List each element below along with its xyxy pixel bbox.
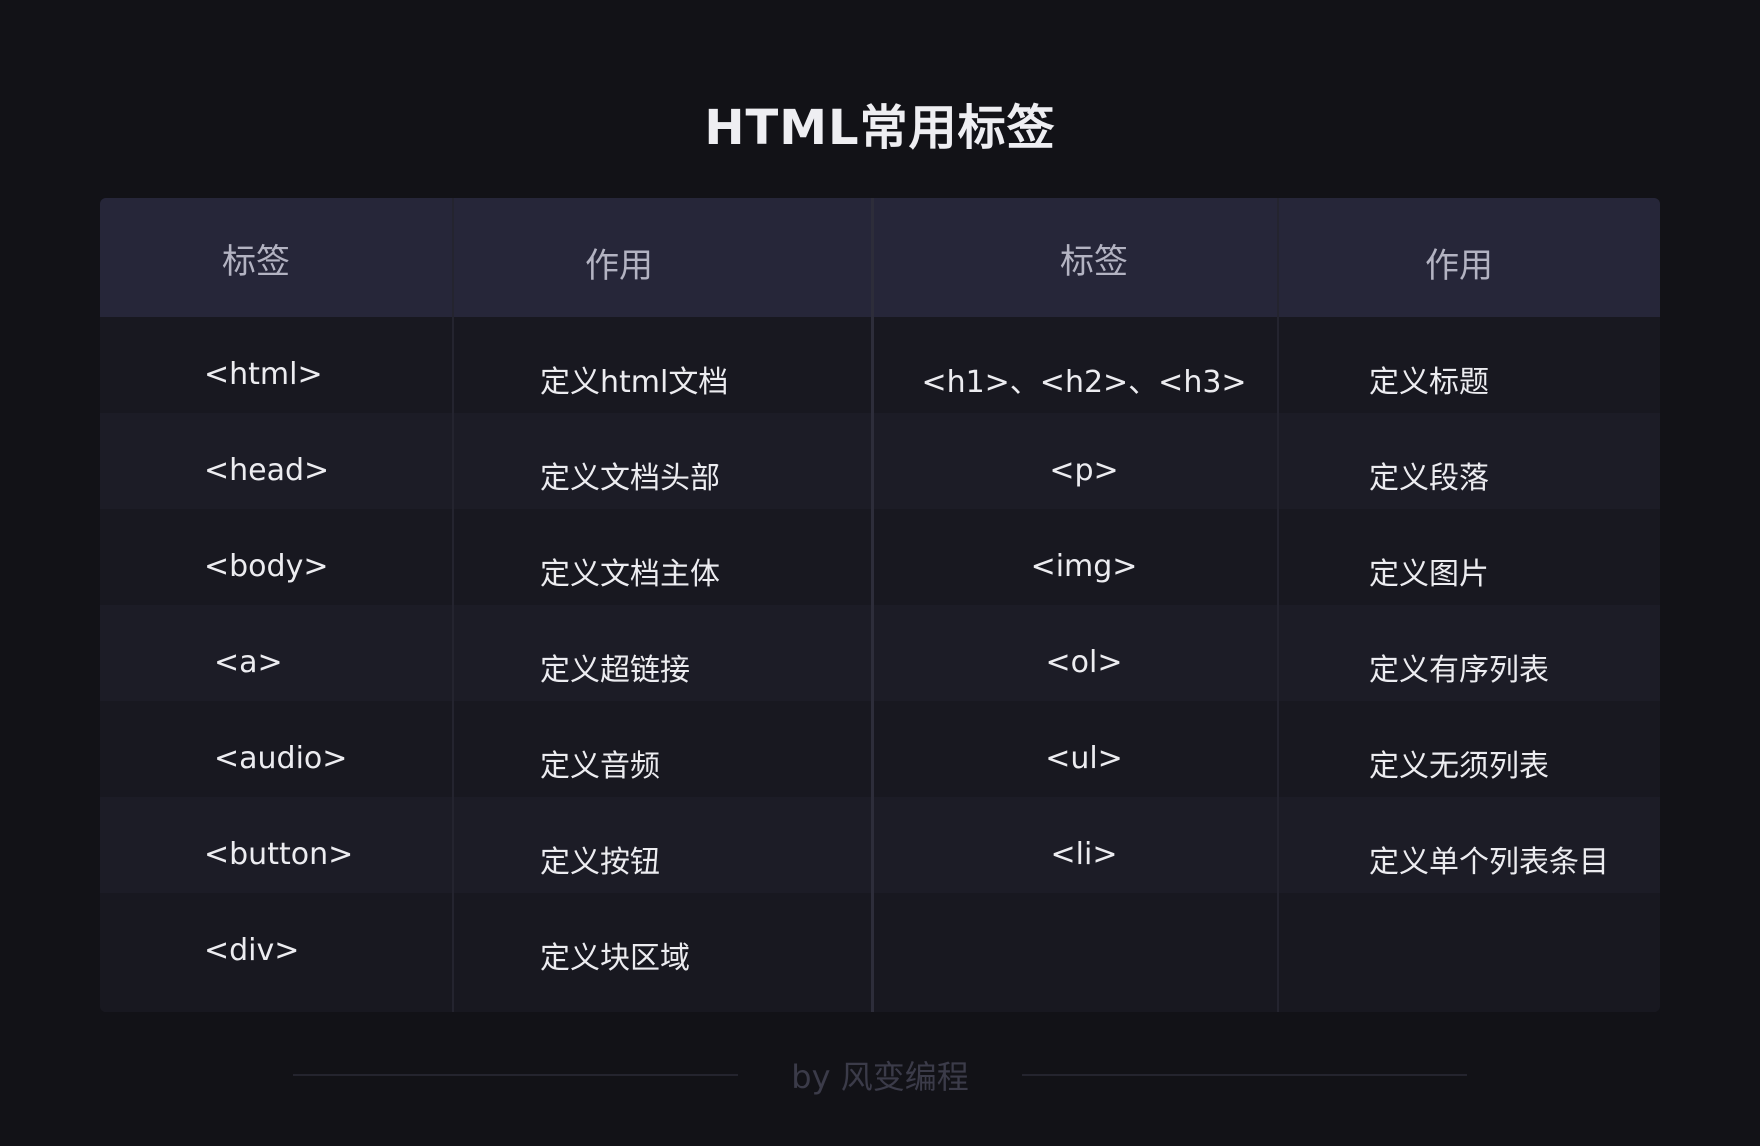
header-desc-1: 作用 (585, 246, 653, 286)
column-divider (871, 198, 874, 1012)
table-row: <a> 定义超链接 <ol> 定义有序列表 (100, 605, 1660, 701)
tag-cell: <p> (1049, 453, 1119, 488)
page-title: HTML常用标签 (704, 100, 1056, 156)
tag-cell: <div> (204, 933, 300, 968)
tag-cell: <audio> (214, 741, 348, 776)
table-header: 标签 作用 标签 作用 (100, 198, 1660, 317)
tag-cell: <h1>、<h2>、<h3> (921, 365, 1247, 400)
tag-table: 标签 作用 标签 作用 <html> 定义html文档 <h1>、<h2>、<h… (100, 198, 1660, 1012)
column-divider (452, 198, 454, 1012)
tag-cell: <body> (204, 549, 329, 584)
tag-cell: <img> (1030, 549, 1138, 584)
footer-divider-right (1022, 1074, 1467, 1076)
desc-cell: 定义单个列表条目 (1369, 845, 1609, 880)
desc-cell: 定义标题 (1369, 365, 1489, 400)
header-tag-2: 标签 (1060, 242, 1128, 282)
table-row: <html> 定义html文档 <h1>、<h2>、<h3> 定义标题 (100, 317, 1660, 413)
desc-cell: 定义段落 (1369, 461, 1489, 496)
desc-cell: 定义按钮 (540, 845, 660, 880)
tag-cell: <li> (1050, 837, 1118, 872)
desc-cell: 定义块区域 (540, 941, 690, 976)
table-row: <button> 定义按钮 <li> 定义单个列表条目 (100, 797, 1660, 893)
tag-cell: <ol> (1045, 645, 1123, 680)
desc-cell: 定义音频 (540, 749, 660, 784)
table-row: <head> 定义文档头部 <p> 定义段落 (100, 413, 1660, 509)
header-tag-1: 标签 (222, 242, 290, 282)
tag-cell: <button> (204, 837, 354, 872)
tag-cell: <head> (204, 453, 330, 488)
table-row: <audio> 定义音频 <ul> 定义无须列表 (100, 701, 1660, 797)
desc-cell: 定义超链接 (540, 653, 690, 688)
tag-cell: <html> (204, 357, 323, 392)
desc-cell: 定义html文档 (540, 365, 729, 400)
desc-cell: 定义有序列表 (1369, 653, 1549, 688)
header-desc-2: 作用 (1425, 246, 1493, 286)
column-divider (1277, 198, 1279, 1012)
table-row: <div> 定义块区域 (100, 893, 1660, 1012)
footer-credit: by 风变编程 (791, 1058, 969, 1096)
tag-cell: <a> (214, 645, 283, 680)
desc-cell: 定义文档头部 (540, 461, 720, 496)
desc-cell: 定义无须列表 (1369, 749, 1549, 784)
table-row: <body> 定义文档主体 <img> 定义图片 (100, 509, 1660, 605)
desc-cell: 定义文档主体 (540, 557, 720, 592)
tag-cell: <ul> (1045, 741, 1123, 776)
desc-cell: 定义图片 (1369, 557, 1489, 592)
